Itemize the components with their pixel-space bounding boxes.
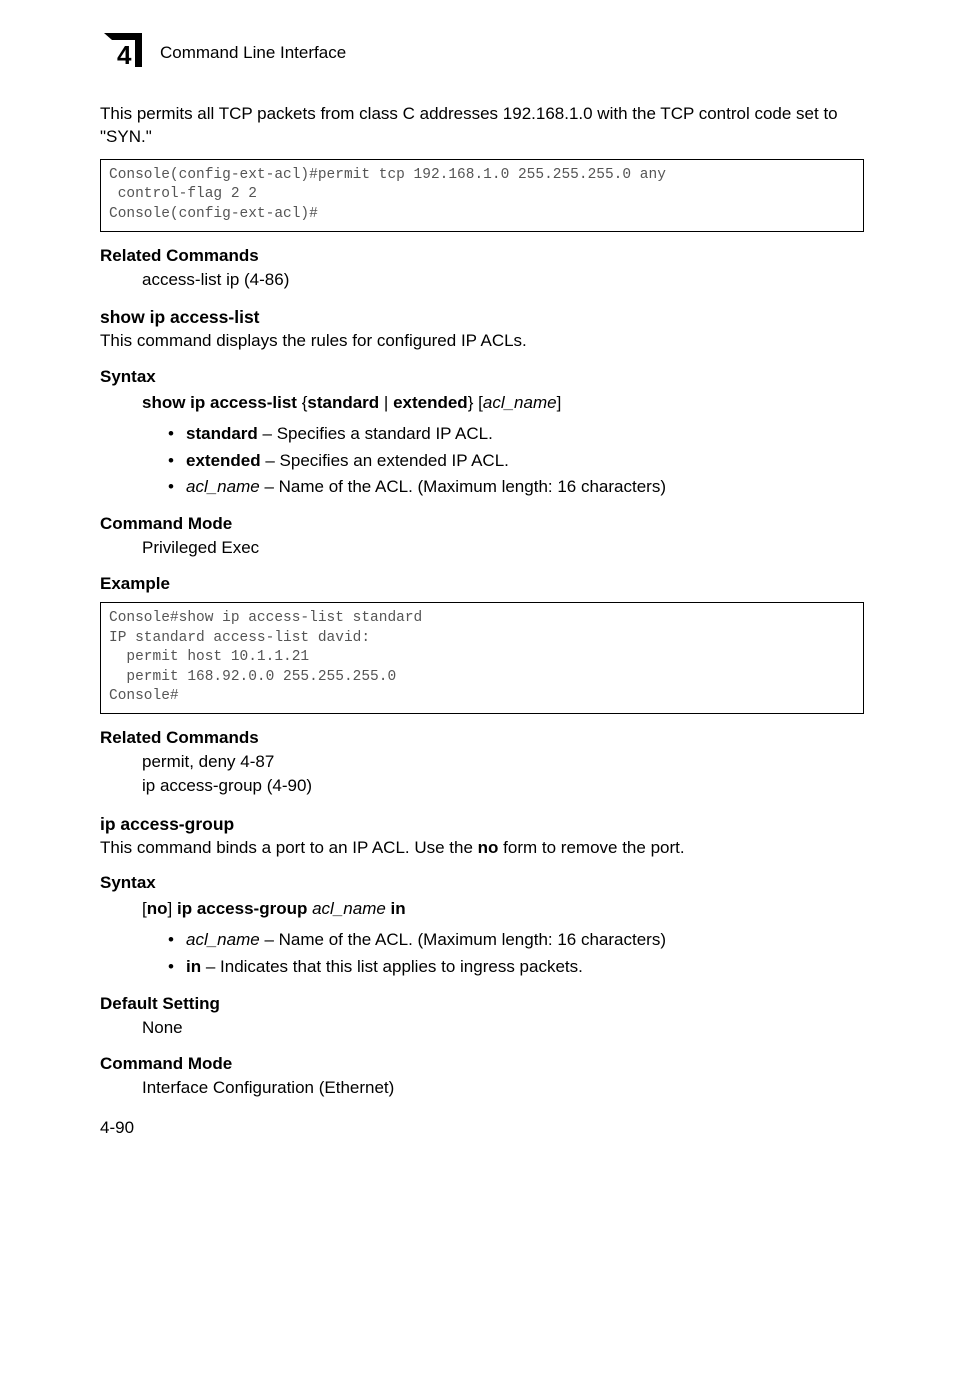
syntax-bracket-close-2: ]	[168, 899, 173, 918]
default-setting-heading: Default Setting	[100, 994, 864, 1014]
syntax-ip-access-group: ip access-group	[177, 899, 307, 918]
command-mode-value-2: Interface Configuration (Ethernet)	[142, 1076, 864, 1100]
desc-pre: This command binds a port to an IP ACL. …	[100, 838, 478, 857]
related-commands-heading-1: Related Commands	[100, 246, 864, 266]
chapter-number: 4	[117, 40, 132, 70]
syntax-bracket-close: ]	[557, 393, 562, 412]
desc-post: form to remove the port.	[498, 838, 684, 857]
bullet-text: – Specifies an extended IP ACL.	[261, 451, 509, 470]
command-mode-value-1: Privileged Exec	[142, 536, 864, 560]
bullet-text: – Name of the ACL. (Maximum length: 16 c…	[260, 477, 666, 496]
desc-no: no	[478, 838, 499, 857]
related-commands-item-1: access-list ip (4-86)	[142, 268, 864, 292]
related-commands-heading-2: Related Commands	[100, 728, 864, 748]
ip-access-group-heading: ip access-group	[100, 814, 864, 835]
list-item: acl_name – Name of the ACL. (Maximum len…	[168, 474, 864, 500]
bullet-acl-name-2: acl_name	[186, 930, 260, 949]
list-item: acl_name – Name of the ACL. (Maximum len…	[168, 927, 864, 953]
related-commands-items-2: permit, deny 4-87 ip access-group (4-90)	[142, 750, 864, 798]
code-block-1: Console(config-ext-acl)#permit tcp 192.1…	[100, 159, 864, 232]
syntax-heading-2: Syntax	[100, 873, 864, 893]
syntax-standard: standard	[307, 393, 379, 412]
bullet-standard: standard	[186, 424, 258, 443]
command-mode-heading-1: Command Mode	[100, 514, 864, 534]
code-block-2: Console#show ip access-list standard IP …	[100, 602, 864, 714]
syntax-pipe: |	[384, 393, 388, 412]
intro-paragraph: This permits all TCP packets from class …	[100, 103, 864, 149]
show-ip-description: This command displays the rules for conf…	[100, 330, 864, 353]
syntax-no: no	[147, 899, 168, 918]
syntax-acl-name: acl_name	[483, 393, 557, 412]
syntax-extended: extended	[393, 393, 468, 412]
bullet-text: – Indicates that this list applies to in…	[201, 957, 583, 976]
bullet-extended: extended	[186, 451, 261, 470]
show-ip-access-list-heading: show ip access-list	[100, 307, 864, 328]
chapter-icon: 4	[100, 30, 146, 75]
example-heading: Example	[100, 574, 864, 594]
page-number: 4-90	[100, 1118, 864, 1138]
syntax-cmd: show ip access-list	[142, 393, 297, 412]
syntax-in: in	[391, 899, 406, 918]
bullet-acl-name: acl_name	[186, 477, 260, 496]
command-mode-heading-2: Command Mode	[100, 1054, 864, 1074]
default-setting-value: None	[142, 1016, 864, 1040]
syntax-brace-close: }	[468, 393, 474, 412]
page-header: 4 Command Line Interface	[100, 30, 864, 75]
syntax-line-2: [no] ip access-group acl_name in	[142, 899, 864, 919]
list-item: in – Indicates that this list applies to…	[168, 954, 864, 980]
syntax-line-1: show ip access-list {standard | extended…	[142, 393, 864, 413]
syntax-acl-name-2: acl_name	[312, 899, 386, 918]
bullet-text: – Name of the ACL. (Maximum length: 16 c…	[260, 930, 666, 949]
syntax-bullets-2: acl_name – Name of the ACL. (Maximum len…	[168, 927, 864, 980]
syntax-heading-1: Syntax	[100, 367, 864, 387]
syntax-bullets-1: standard – Specifies a standard IP ACL. …	[168, 421, 864, 500]
ip-access-group-description: This command binds a port to an IP ACL. …	[100, 837, 864, 860]
list-item: extended – Specifies an extended IP ACL.	[168, 448, 864, 474]
list-item: standard – Specifies a standard IP ACL.	[168, 421, 864, 447]
bullet-text: – Specifies a standard IP ACL.	[258, 424, 493, 443]
header-title: Command Line Interface	[160, 43, 346, 63]
page-container: 4 Command Line Interface This permits al…	[0, 0, 954, 1168]
bullet-in: in	[186, 957, 201, 976]
